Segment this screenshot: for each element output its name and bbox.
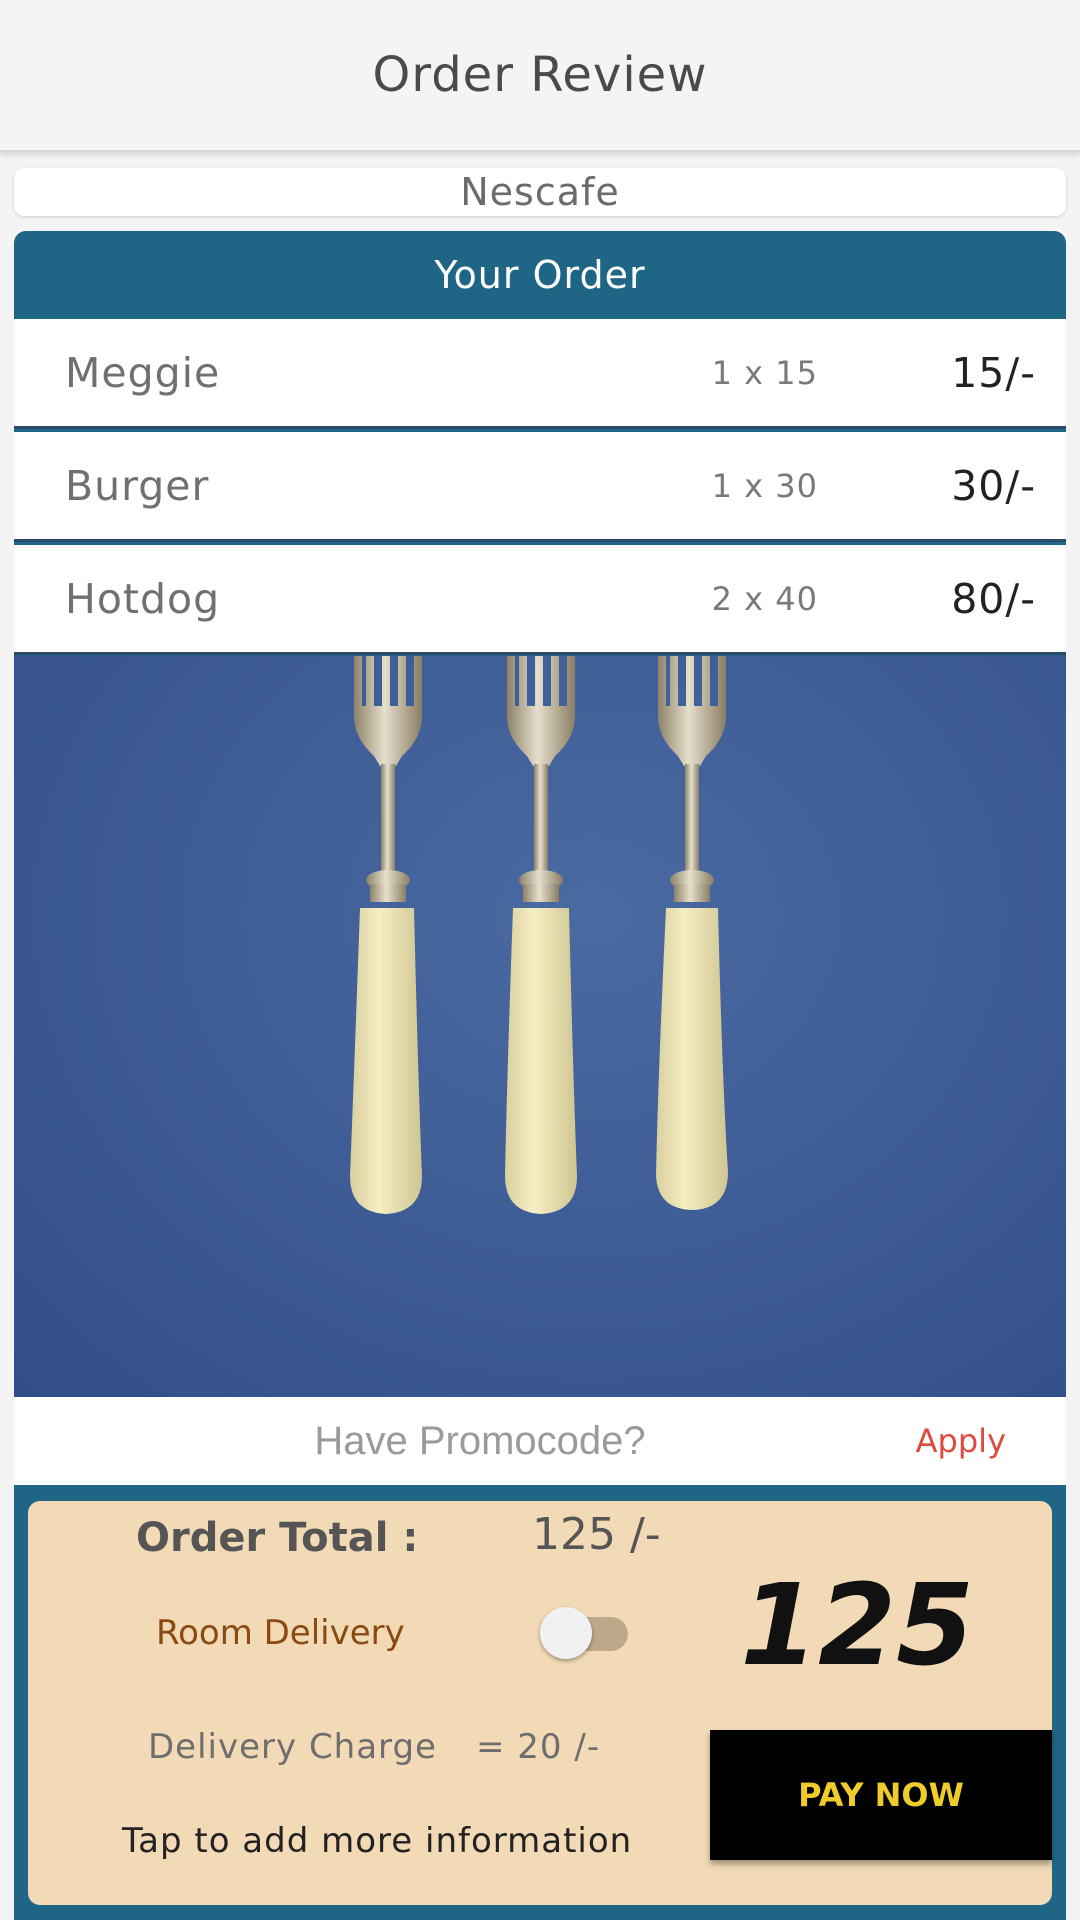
- item-total: 15/-: [951, 348, 1036, 397]
- order-total-label: Order Total :: [136, 1515, 419, 1561]
- delivery-charge-label: Delivery Charge: [148, 1727, 437, 1767]
- item-total: 80/-: [951, 574, 1036, 623]
- item-name: Hotdog: [65, 574, 221, 623]
- delivery-charge-value: = 20 /-: [476, 1727, 601, 1767]
- room-delivery-label: Room Delivery: [156, 1613, 405, 1653]
- order-item-meggie[interactable]: Meggie 1 x 15 15/-: [14, 319, 1066, 429]
- app-bar: Order Review: [0, 0, 1080, 152]
- grand-total-amount: 125: [740, 1561, 974, 1691]
- promo-bar: Apply: [14, 1397, 1066, 1485]
- toggle-knob: [540, 1607, 592, 1659]
- room-delivery-toggle[interactable]: [540, 1607, 630, 1659]
- order-items-list: Meggie 1 x 15 15/- Burger 1 x 30 30/- Ho…: [14, 319, 1066, 658]
- fork-right: [656, 656, 728, 1210]
- item-quantity: 2 x 40: [711, 579, 818, 618]
- add-more-info-link[interactable]: Tap to add more information: [122, 1821, 632, 1861]
- order-title: Your Order: [434, 253, 646, 297]
- item-name: Meggie: [65, 348, 221, 397]
- restaurant-name: Nescafe: [460, 170, 620, 214]
- restaurant-banner: Nescafe: [14, 168, 1066, 216]
- promocode-input[interactable]: [14, 1407, 826, 1475]
- item-name: Burger: [65, 461, 210, 510]
- fork-left: [350, 656, 422, 1214]
- item-quantity: 1 x 30: [711, 466, 818, 505]
- page-title: Order Review: [372, 47, 708, 103]
- order-item-burger[interactable]: Burger 1 x 30 30/-: [14, 432, 1066, 542]
- apply-promo-button[interactable]: Apply: [916, 1422, 1006, 1460]
- order-item-hotdog[interactable]: Hotdog 2 x 40 80/-: [14, 545, 1066, 655]
- fork-middle: [505, 656, 577, 1214]
- forks-background-image: [14, 656, 1066, 1397]
- order-summary-card: Order Total : 125 /- 125 Room Delivery D…: [28, 1501, 1052, 1905]
- item-quantity: 1 x 15: [711, 353, 818, 392]
- forks-illustration: [350, 656, 728, 1214]
- order-total-value: 125 /-: [532, 1509, 661, 1560]
- item-total: 30/-: [951, 461, 1036, 510]
- pay-now-button[interactable]: PAY NOW: [710, 1730, 1052, 1860]
- order-header: Your Order: [14, 231, 1066, 319]
